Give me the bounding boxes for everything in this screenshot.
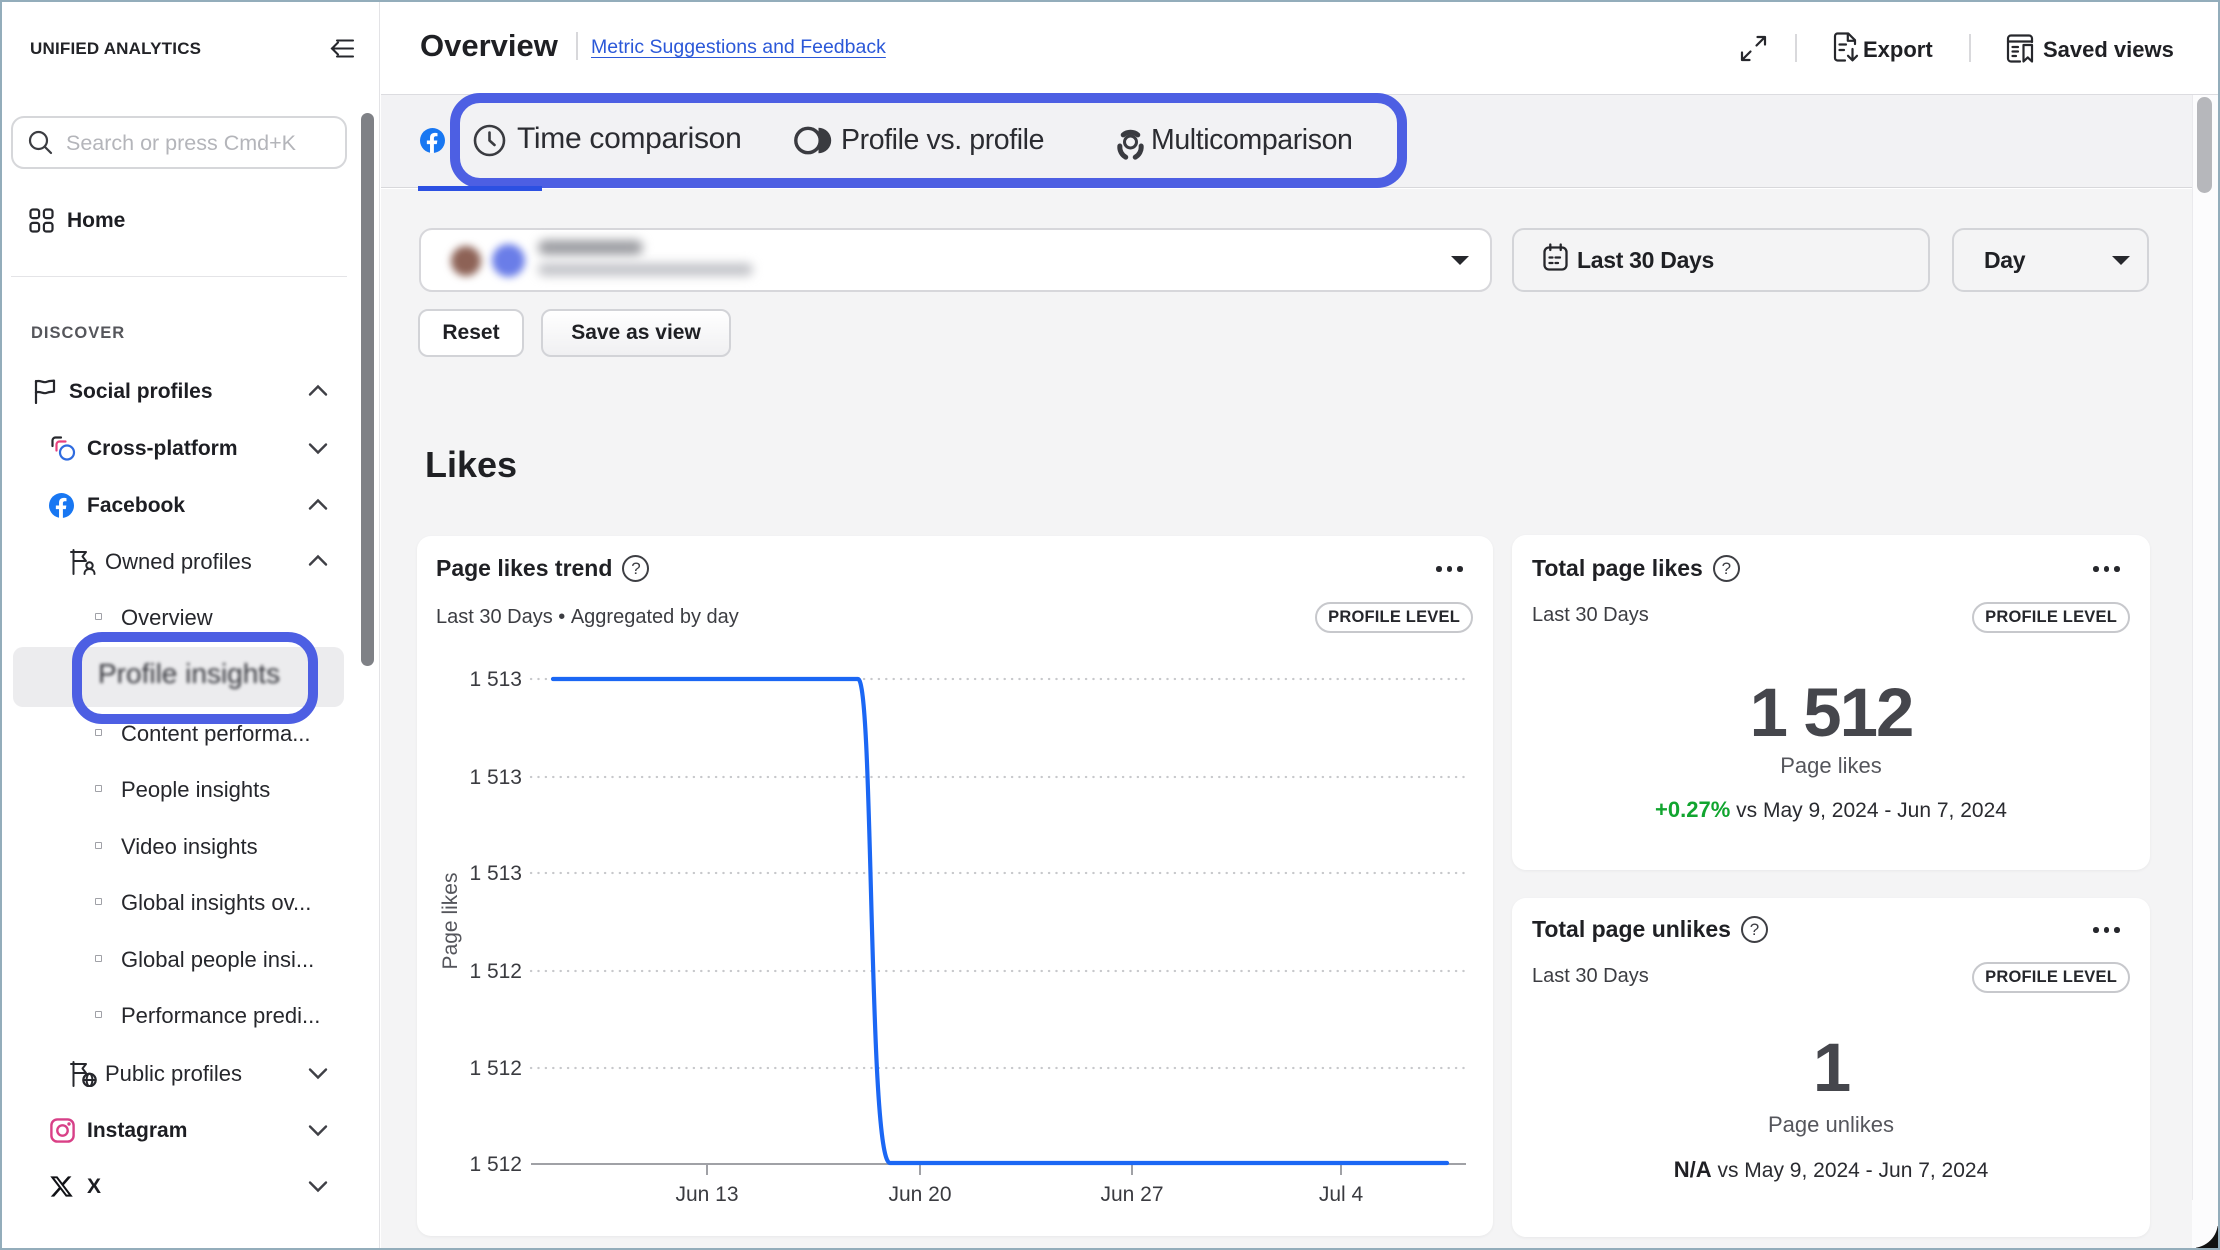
svg-text:Jun 20: Jun 20 [888, 1183, 951, 1206]
svg-text:Jul 4: Jul 4 [1319, 1183, 1364, 1206]
svg-text:1 512: 1 512 [469, 1153, 522, 1176]
svg-text:1 513: 1 513 [469, 668, 522, 691]
svg-text:Jun 27: Jun 27 [1100, 1183, 1163, 1206]
svg-text:1 512: 1 512 [469, 1057, 522, 1080]
svg-text:Page likes: Page likes [439, 873, 462, 970]
svg-text:1 512: 1 512 [469, 960, 522, 983]
svg-text:1 513: 1 513 [469, 862, 522, 885]
svg-text:Jun 13: Jun 13 [675, 1183, 738, 1206]
svg-text:1 513: 1 513 [469, 766, 522, 789]
